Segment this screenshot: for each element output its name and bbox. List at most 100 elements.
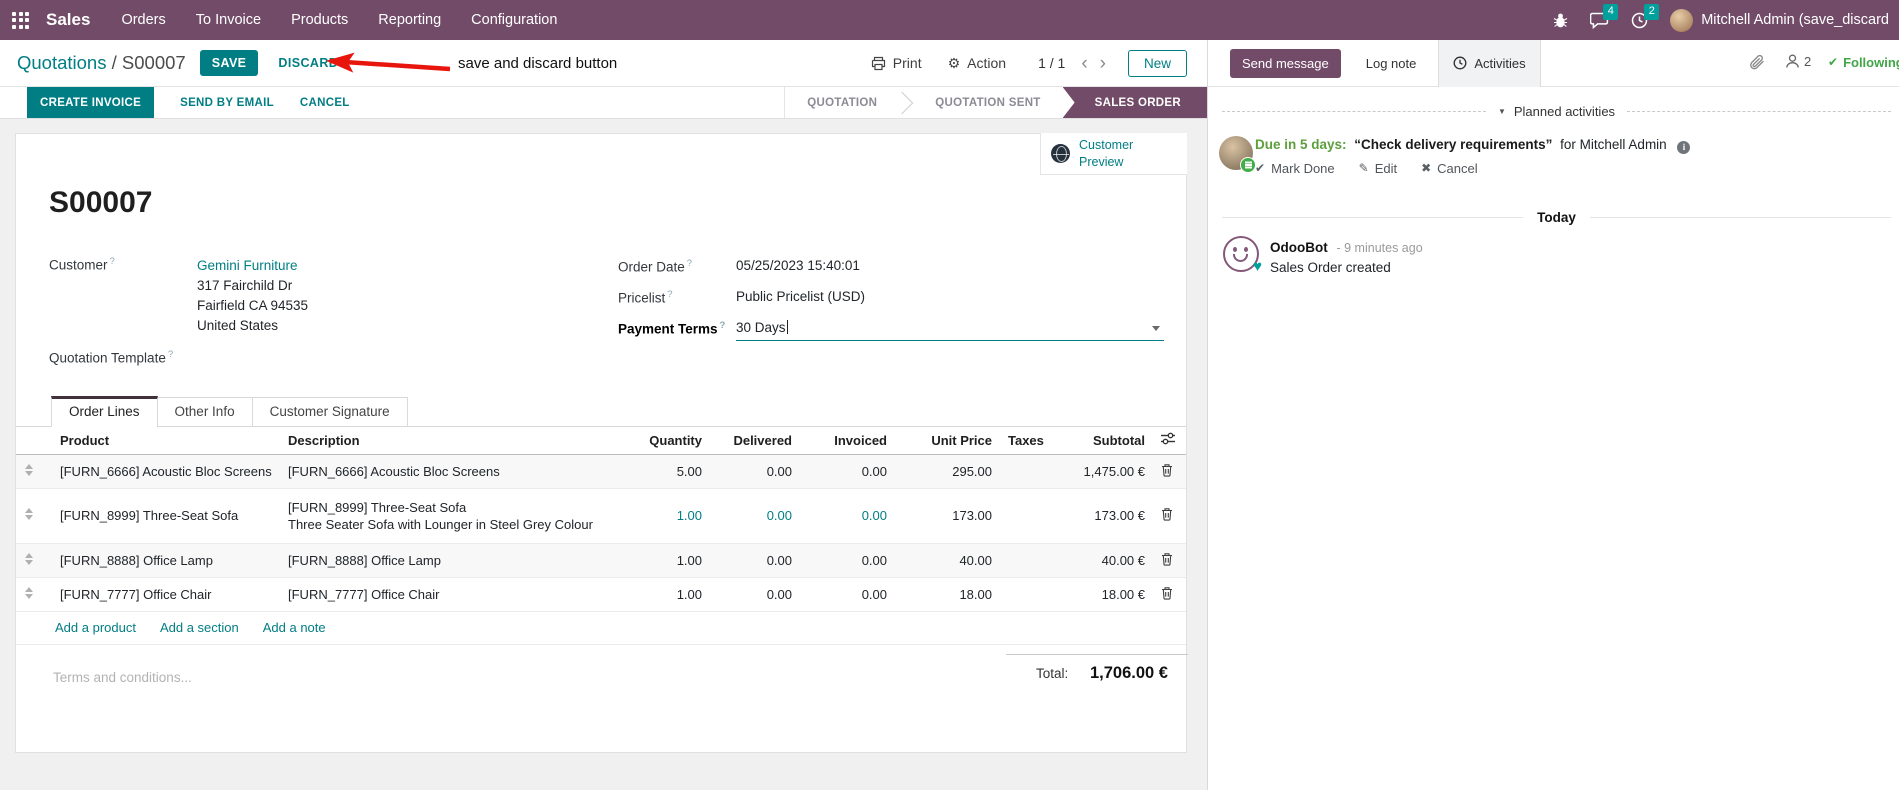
- app-name[interactable]: Sales: [46, 10, 90, 30]
- debug-bug-icon[interactable]: [1553, 12, 1568, 28]
- payment-terms-input[interactable]: 30 Days: [736, 320, 1164, 341]
- cell-invoiced[interactable]: 0.00: [800, 454, 895, 489]
- menu-orders[interactable]: Orders: [121, 12, 165, 28]
- cell-taxes[interactable]: [1000, 454, 1045, 489]
- save-button[interactable]: SAVE: [199, 50, 259, 76]
- delete-row-button[interactable]: [1161, 507, 1173, 521]
- create-invoice-button[interactable]: CREATE INVOICE: [27, 87, 155, 118]
- following-button[interactable]: ✔ Following: [1828, 55, 1899, 70]
- cell-invoiced[interactable]: 0.00: [800, 543, 895, 578]
- cell-product[interactable]: [FURN_8999] Three-Seat Sofa: [40, 488, 280, 544]
- new-button[interactable]: New: [1127, 49, 1187, 77]
- col-taxes[interactable]: Taxes: [1000, 427, 1045, 455]
- cell-quantity[interactable]: 1.00: [620, 543, 710, 578]
- action-button[interactable]: ⚙ Action: [948, 55, 1006, 72]
- add-section-link[interactable]: Add a section: [160, 620, 239, 635]
- send-by-email-button[interactable]: SEND BY EMAIL: [180, 87, 274, 118]
- cell-delivered[interactable]: 0.00: [710, 454, 800, 489]
- cell-product[interactable]: [FURN_6666] Acoustic Bloc Screens: [40, 454, 280, 489]
- cell-unit-price[interactable]: 295.00: [895, 454, 1000, 489]
- followers-button[interactable]: 2: [1785, 54, 1811, 69]
- tab-other-info[interactable]: Other Info: [157, 397, 253, 426]
- order-date-value[interactable]: 05/25/2023 15:40:01: [736, 258, 860, 273]
- cell-quantity[interactable]: 5.00: [620, 454, 710, 489]
- trash-icon: [1162, 463, 1172, 477]
- user-menu[interactable]: Mitchell Admin (save_discard: [1670, 8, 1889, 32]
- cell-quantity[interactable]: 1.00: [620, 488, 710, 544]
- stage-quotation-sent[interactable]: QUOTATION SENT: [913, 87, 1062, 118]
- cancel-activity-button[interactable]: ✖ Cancel: [1421, 159, 1478, 178]
- cell-invoiced[interactable]: 0.00: [800, 577, 895, 612]
- apps-menu-icon[interactable]: [12, 11, 29, 29]
- cell-delivered[interactable]: 0.00: [710, 577, 800, 612]
- info-icon[interactable]: i: [1677, 141, 1691, 154]
- cell-product[interactable]: [FURN_7777] Office Chair: [40, 577, 280, 612]
- cell-unit-price[interactable]: 40.00: [895, 543, 1000, 578]
- col-delivered[interactable]: Delivered: [710, 427, 800, 455]
- cell-unit-price[interactable]: 173.00: [895, 488, 1000, 544]
- delete-row-button[interactable]: [1161, 586, 1173, 600]
- cell-unit-price[interactable]: 18.00: [895, 577, 1000, 612]
- cell-invoiced[interactable]: 0.00: [800, 488, 895, 544]
- edit-activity-button[interactable]: ✎ Edit: [1359, 159, 1397, 178]
- cell-quantity[interactable]: 1.00: [620, 577, 710, 612]
- cell-delivered[interactable]: 0.00: [710, 543, 800, 578]
- discard-button[interactable]: DISCARD: [278, 56, 338, 70]
- drag-handle-icon[interactable]: [24, 587, 33, 599]
- menu-reporting[interactable]: Reporting: [378, 12, 441, 28]
- print-button[interactable]: Print: [871, 55, 922, 71]
- send-message-button[interactable]: Send message: [1230, 48, 1341, 78]
- cancel-button[interactable]: CANCEL: [300, 87, 350, 118]
- stage-quotation[interactable]: QUOTATION: [785, 87, 899, 118]
- col-quantity[interactable]: Quantity: [620, 427, 710, 455]
- stage-sales-order-active[interactable]: SALES ORDER: [1062, 87, 1207, 118]
- col-subtotal[interactable]: Subtotal: [1045, 427, 1153, 455]
- menu-products[interactable]: Products: [291, 12, 348, 28]
- dropdown-caret-icon[interactable]: [1152, 326, 1160, 331]
- drag-handle-icon[interactable]: [24, 464, 33, 476]
- cell-description[interactable]: [FURN_8999] Three-Seat Sofa Three Seater…: [280, 488, 620, 544]
- breadcrumb: Quotations / S00007: [17, 52, 186, 74]
- messages-icon[interactable]: 4: [1590, 3, 1619, 29]
- drag-handle-icon[interactable]: [24, 553, 33, 565]
- cell-taxes[interactable]: [1000, 488, 1045, 544]
- attachment-button[interactable]: [1749, 54, 1766, 72]
- delete-row-button[interactable]: [1161, 552, 1173, 566]
- cell-delivered[interactable]: 0.00: [710, 488, 800, 544]
- menu-to-invoice[interactable]: To Invoice: [196, 12, 261, 28]
- cell-taxes[interactable]: [1000, 577, 1045, 612]
- mark-done-button[interactable]: ✔ Mark Done: [1255, 159, 1335, 178]
- cell-description[interactable]: [FURN_6666] Acoustic Bloc Screens: [280, 454, 620, 489]
- breadcrumb-quotations[interactable]: Quotations: [17, 52, 106, 73]
- pager-previous-icon[interactable]: ‹: [1081, 54, 1087, 73]
- tab-order-lines[interactable]: Order Lines: [51, 396, 158, 427]
- tab-customer-signature[interactable]: Customer Signature: [252, 397, 408, 426]
- delete-row-button[interactable]: [1161, 463, 1173, 477]
- terms-placeholder[interactable]: Terms and conditions...: [53, 670, 192, 685]
- cell-taxes[interactable]: [1000, 543, 1045, 578]
- activity-line: Due in 5 days: “Check delivery requireme…: [1255, 135, 1691, 154]
- add-note-link[interactable]: Add a note: [263, 620, 326, 635]
- menu-configuration[interactable]: Configuration: [471, 12, 557, 28]
- customer-preview-button[interactable]: Customer Preview: [1040, 133, 1187, 175]
- user-avatar: [1670, 8, 1694, 32]
- col-invoiced[interactable]: Invoiced: [800, 427, 895, 455]
- activities-tab[interactable]: Activities: [1438, 40, 1541, 87]
- customer-link[interactable]: Gemini Furniture: [197, 256, 308, 276]
- message-author[interactable]: OdooBot: [1270, 240, 1328, 255]
- cell-product[interactable]: [FURN_8888] Office Lamp: [40, 543, 280, 578]
- col-description[interactable]: Description: [280, 427, 620, 455]
- pager-next-icon[interactable]: ›: [1100, 54, 1106, 73]
- col-product[interactable]: Product: [40, 427, 280, 455]
- cell-description[interactable]: [FURN_8888] Office Lamp: [280, 543, 620, 578]
- planned-activities-header[interactable]: ▼ Planned activities: [1222, 104, 1891, 119]
- pricelist-value[interactable]: Public Pricelist (USD): [736, 289, 865, 304]
- log-note-button[interactable]: Log note: [1366, 56, 1417, 71]
- activities-clock-icon[interactable]: 2: [1631, 3, 1660, 29]
- drag-handle-icon[interactable]: [24, 508, 33, 520]
- cell-description[interactable]: [FURN_7777] Office Chair: [280, 577, 620, 612]
- col-unit-price[interactable]: Unit Price: [895, 427, 1000, 455]
- optional-columns-icon[interactable]: [1161, 432, 1175, 445]
- today-separator: Today: [1222, 210, 1891, 225]
- add-product-link[interactable]: Add a product: [55, 620, 136, 635]
